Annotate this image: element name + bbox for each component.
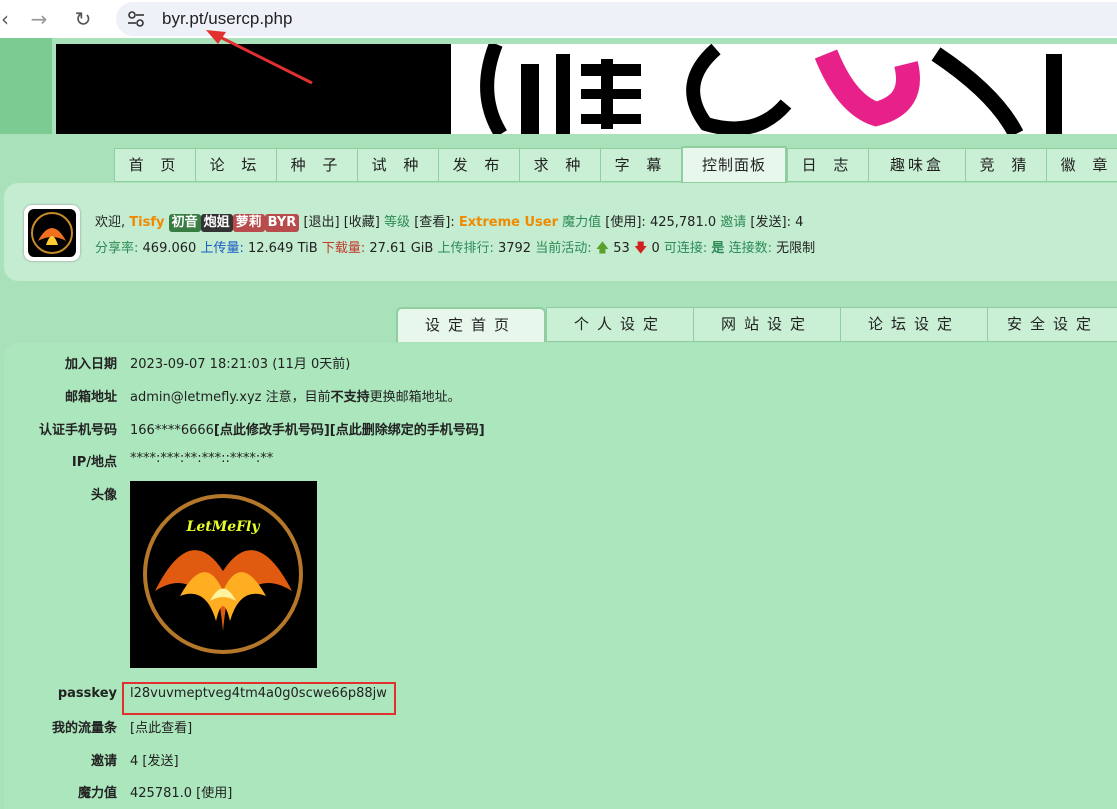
- user-level: Extreme User: [458, 215, 558, 230]
- user-status-line: 欢迎, Tisfy 初音 炮姐 萝莉 BYR [退出] [收藏] 等级 [查看]: E…: [95, 211, 803, 232]
- magic-label: 魔力值: [562, 215, 602, 230]
- connections-value: 无限制: [776, 241, 816, 256]
- arrow-down-icon: 🡇: [633, 241, 648, 256]
- join-date-value: 2023-09-07 18:21:03 (11月 0天前): [130, 357, 351, 372]
- traffic-label: 我的流量条: [51, 721, 117, 736]
- phone-edit-links[interactable]: [点此修改手机号码][点此删除绑定的手机号码]: [214, 423, 485, 438]
- seeding-count: 53: [613, 241, 630, 256]
- ip-value: ****:***:**:***::****:**: [130, 451, 274, 466]
- tab-site-settings[interactable]: 网站设定: [693, 307, 840, 342]
- tab-personal-settings[interactable]: 个人设定: [546, 307, 693, 342]
- username-link[interactable]: Tisfy: [129, 215, 164, 230]
- tab-security-settings[interactable]: 安全设定: [987, 307, 1117, 342]
- phone-value: 166****6666[点此修改手机号码][点此删除绑定的手机号码]: [130, 419, 485, 438]
- connectable-label: 可连接:: [663, 241, 708, 256]
- rank-label: 上传排行:: [437, 241, 494, 256]
- email-notice-bold: 不支持: [330, 390, 370, 405]
- settings-tabs: 设定首页 个人设定 网站设定 论坛设定 安全设定: [396, 307, 1117, 343]
- tab-settings-home[interactable]: 设定首页: [396, 307, 546, 342]
- avatar-logo-text: LetMeFly: [185, 519, 260, 535]
- phone-number: 166****6666: [130, 423, 214, 438]
- tab-forum-settings[interactable]: 论坛设定: [840, 307, 987, 342]
- user-badge: 萝莉: [232, 214, 265, 232]
- invite-count: 4: [795, 215, 804, 230]
- avatar-image: LetMeFly: [130, 481, 317, 668]
- invite-value[interactable]: 4 [发送]: [130, 750, 179, 769]
- ratio-value: 469.060: [142, 241, 197, 256]
- email-notice-tail: 更换邮箱地址。: [369, 390, 461, 405]
- magic-points-value[interactable]: 425781.0 [使用]: [130, 782, 232, 801]
- welcome-text: 欢迎,: [95, 215, 126, 230]
- favorites-link[interactable]: [收藏]: [344, 215, 380, 230]
- passkey-value[interactable]: l28vuvmeptveg4tm4a0g0scwe66p88jw: [130, 686, 387, 701]
- user-stats-line: 分享率: 469.060 上传量: 12.649 TiB 下载量: 27.61 …: [95, 237, 815, 261]
- user-badge: 初音: [168, 214, 201, 232]
- avatar-label: 头像: [90, 488, 117, 503]
- arrow-up-icon: 🡅: [595, 241, 610, 256]
- rank-value: 3792: [497, 241, 532, 256]
- email-value: admin@letmefly.xyz 注意，目前不支持更换邮箱地址。: [130, 386, 461, 405]
- view-link[interactable]: [查看]:: [414, 215, 455, 230]
- join-date-label: 加入日期: [64, 357, 117, 372]
- logout-link[interactable]: [退出]: [303, 215, 339, 230]
- user-info-panel: [4, 183, 1117, 281]
- level-label: 等级: [384, 215, 411, 230]
- magic-value: 425,781.0: [649, 215, 717, 230]
- upload-value: 12.649 TiB: [247, 241, 318, 256]
- magic-points-label: 魔力值: [77, 786, 117, 801]
- user-badge: BYR: [264, 214, 300, 232]
- phone-label: 认证手机号码: [38, 423, 117, 438]
- send-invite-link[interactable]: [发送]:: [750, 215, 791, 230]
- invite-label: 邀请: [720, 215, 747, 230]
- download-label: 下载量:: [321, 241, 366, 256]
- ratio-label: 分享率:: [95, 241, 139, 256]
- download-value: 27.61 GiB: [369, 241, 434, 256]
- ip-label: IP/地点: [71, 455, 117, 470]
- user-badge: 炮姐: [200, 214, 233, 232]
- active-label: 当前活动:: [535, 241, 592, 256]
- avatar[interactable]: [24, 205, 80, 261]
- use-magic-link[interactable]: [使用]:: [605, 215, 646, 230]
- traffic-link[interactable]: [点此查看]: [130, 717, 192, 736]
- leeching-count: 0: [651, 241, 660, 256]
- passkey-label: passkey: [57, 686, 117, 701]
- invite-label: 邀请: [90, 754, 117, 769]
- upload-label: 上传量:: [200, 241, 244, 256]
- email-text: admin@letmefly.xyz 注意，目前: [130, 390, 331, 405]
- email-label: 邮箱地址: [64, 390, 117, 405]
- connectable-value: 是: [711, 241, 725, 256]
- connections-label: 连接数:: [728, 241, 772, 256]
